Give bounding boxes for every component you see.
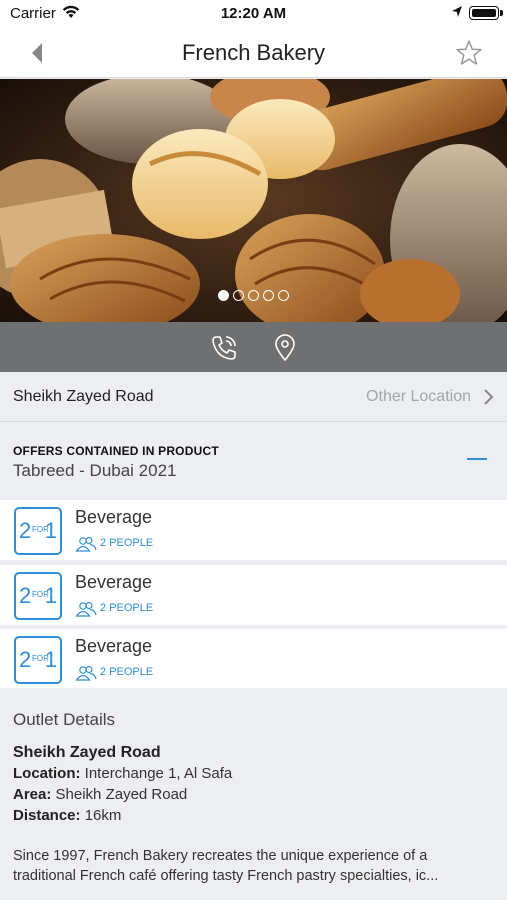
people-icon xyxy=(75,601,97,617)
offer-people: 2 PEOPLE xyxy=(100,666,154,678)
status-bar: Carrier 12:20 AM xyxy=(0,0,507,28)
offers-header-label: OFFERS CONTAINED IN PRODUCT xyxy=(13,444,219,458)
location-pin-icon[interactable] xyxy=(272,334,298,362)
location-name: Sheikh Zayed Road xyxy=(13,388,154,405)
area-label: Area: xyxy=(13,786,52,803)
phone-icon[interactable] xyxy=(210,334,238,362)
two-for-one-badge-icon: 2 FOR 1 xyxy=(14,572,62,620)
offer-people: 2 PEOPLE xyxy=(100,537,154,549)
photo-gallery[interactable] xyxy=(0,79,507,322)
page-title: French Bakery xyxy=(181,40,326,65)
battery-icon xyxy=(469,6,503,20)
bakery-photo xyxy=(0,79,507,322)
distance-label: Distance: xyxy=(13,807,81,824)
badge-two: 2 xyxy=(19,583,32,608)
location-row[interactable]: Sheikh Zayed Road Other Location xyxy=(0,372,507,422)
offer-title: Beverage xyxy=(75,507,153,527)
offer-title: Beverage xyxy=(75,636,153,656)
other-location-link[interactable]: Other Location xyxy=(366,388,471,406)
offer-title: Beverage xyxy=(75,572,153,592)
offers-section-header[interactable]: OFFERS CONTAINED IN PRODUCT Tabreed - Du… xyxy=(0,432,507,492)
outlet-description[interactable]: Since 1997, French Bakery recreates the … xyxy=(13,846,493,886)
gallery-page-indicator[interactable] xyxy=(0,288,507,306)
two-for-one-badge-icon: 2 FOR 1 xyxy=(14,636,62,684)
location-label: Location: xyxy=(13,765,81,782)
location-services-icon xyxy=(452,6,462,17)
location-value: Interchange 1, Al Safa xyxy=(84,765,233,782)
people-icon xyxy=(75,665,97,681)
offer-item[interactable]: 2 FOR 1 Beverage 2 PEOPLE xyxy=(0,500,507,560)
outlet-area: Area: Sheikh Zayed Road xyxy=(13,786,187,803)
badge-one: 1 xyxy=(44,583,57,608)
outlet-distance: Distance: 16km xyxy=(13,807,121,824)
page-dot[interactable] xyxy=(218,290,229,301)
outlet-name: Sheikh Zayed Road xyxy=(13,744,161,761)
outlet-details: Outlet Details Sheikh Zayed Road Locatio… xyxy=(0,688,507,900)
outlet-location: Location: Interchange 1, Al Safa xyxy=(13,765,232,782)
page-dot[interactable] xyxy=(233,290,244,301)
offer-item[interactable]: 2 FOR 1 Beverage 2 PEOPLE xyxy=(0,629,507,689)
badge-two: 2 xyxy=(19,647,32,672)
page-dot[interactable] xyxy=(248,290,259,301)
outlet-details-heading: Outlet Details xyxy=(13,710,116,729)
chevron-right-icon[interactable] xyxy=(481,388,495,406)
two-for-one-badge-icon: 2 FOR 1 xyxy=(14,507,62,555)
badge-one: 1 xyxy=(44,518,57,543)
collapse-minus-icon[interactable] xyxy=(467,458,487,460)
offers-product-name: Tabreed - Dubai 2021 xyxy=(13,461,177,480)
page-dot[interactable] xyxy=(278,290,289,301)
offer-people: 2 PEOPLE xyxy=(100,602,154,614)
star-icon[interactable] xyxy=(455,39,483,67)
area-value: Sheikh Zayed Road xyxy=(55,786,188,803)
badge-two: 2 xyxy=(19,518,32,543)
page-dot[interactable] xyxy=(263,290,274,301)
navigation-bar: French Bakery xyxy=(0,28,507,78)
clock: 12:20 AM xyxy=(220,5,287,22)
people-icon xyxy=(75,536,97,552)
badge-one: 1 xyxy=(44,647,57,672)
action-bar xyxy=(0,322,507,372)
offer-item[interactable]: 2 FOR 1 Beverage 2 PEOPLE xyxy=(0,565,507,625)
distance-value: 16km xyxy=(84,807,122,824)
